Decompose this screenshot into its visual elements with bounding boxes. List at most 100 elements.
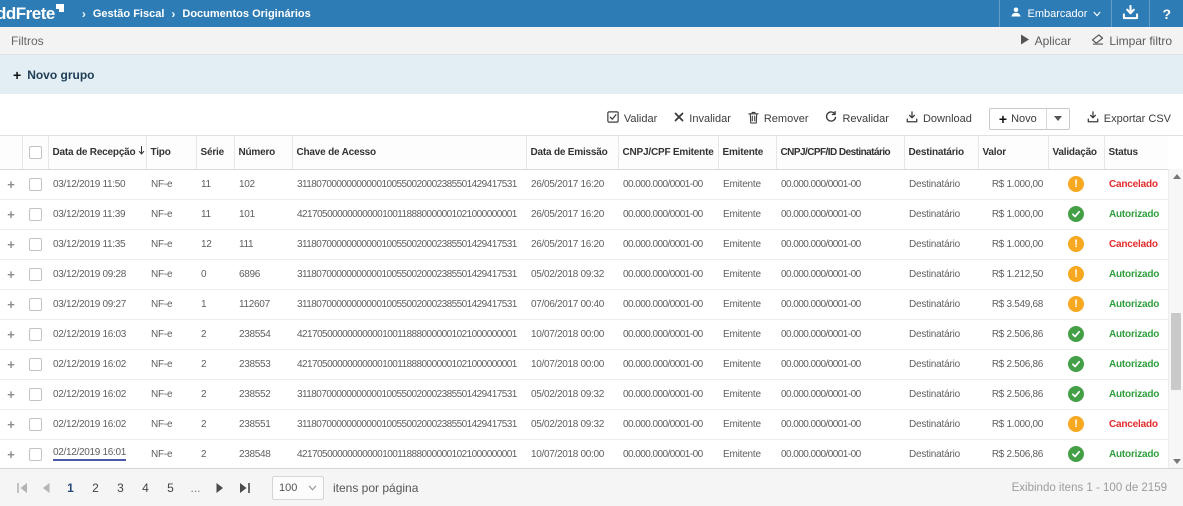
table-row[interactable]: +02/12/2019 16:02NF-e2238551311807000000… [0, 409, 1168, 439]
pager-page-2[interactable]: 2 [83, 477, 108, 499]
row-checkbox[interactable] [29, 358, 42, 371]
cell-data-recepcao: 03/12/2019 11:50 [48, 169, 146, 199]
table-row[interactable]: +02/12/2019 16:01NF-e2238548421705000000… [0, 439, 1168, 468]
warning-icon: ! [1068, 416, 1084, 432]
expand-row-icon[interactable]: + [7, 417, 14, 432]
row-checkbox[interactable] [29, 298, 42, 311]
app-logo[interactable]: ddFrete [0, 1, 64, 26]
column-header-numero[interactable]: Número [234, 136, 292, 169]
breadcrumb-gestao-fiscal[interactable]: Gestão Fiscal [93, 8, 165, 20]
cell-cnpj-emitente: 00.000.000/0001-00 [618, 439, 718, 468]
cell-status: Cancelado [1104, 409, 1168, 439]
help-button[interactable]: ? [1149, 0, 1183, 27]
cell-tipo: NF-e [146, 169, 196, 199]
cell-chave-de-acesso: 3118070000000000010055002000238550142941… [292, 169, 526, 199]
new-group-button[interactable]: + Novo grupo [13, 68, 95, 82]
cell-data-emissao: 10/07/2018 00:00 [526, 349, 618, 379]
column-header-chave[interactable]: Chave de Acesso [292, 136, 526, 169]
row-checkbox[interactable] [29, 238, 42, 251]
new-button[interactable]: + Novo [990, 109, 1046, 129]
table-row[interactable]: +03/12/2019 11:39NF-e1110142170500000000… [0, 199, 1168, 229]
cell-destinatario: Destinatário [904, 259, 978, 289]
cell-emitente: Emitente [718, 259, 776, 289]
expand-row-icon[interactable]: + [7, 237, 14, 252]
plus-icon: + [13, 68, 21, 82]
column-header-recepcao[interactable]: Data de Recepção [48, 136, 146, 169]
checkbox-cell [22, 349, 48, 379]
row-checkbox[interactable] [29, 328, 42, 341]
apply-filter-button[interactable]: Aplicar [1020, 34, 1072, 48]
cell-cnpj-emitente: 00.000.000/0001-00 [618, 259, 718, 289]
pager-page-4[interactable]: 4 [133, 477, 158, 499]
cell-status: Cancelado [1104, 229, 1168, 259]
column-header-status[interactable]: Status [1104, 136, 1168, 169]
pager-first-button[interactable] [10, 477, 34, 499]
clear-filter-button[interactable]: Limpar filtro [1091, 34, 1172, 48]
row-checkbox[interactable] [29, 268, 42, 281]
expand-row-icon[interactable]: + [7, 267, 14, 282]
row-checkbox[interactable] [29, 418, 42, 431]
expand-row-icon[interactable]: + [7, 207, 14, 222]
table-row[interactable]: +03/12/2019 09:28NF-e0689631180700000000… [0, 259, 1168, 289]
column-header-emitente[interactable]: Emitente [718, 136, 776, 169]
export-csv-button[interactable]: Exportar CSV [1087, 111, 1171, 126]
pager-page-5[interactable]: 5 [158, 477, 183, 499]
revalidate-button[interactable]: Revalidar [825, 111, 888, 126]
cell-validacao [1048, 319, 1104, 349]
table-row[interactable]: +02/12/2019 16:03NF-e2238554421705000000… [0, 319, 1168, 349]
table-row[interactable]: +02/12/2019 16:02NF-e2238552311807000000… [0, 379, 1168, 409]
user-menu[interactable]: Embarcador [999, 0, 1112, 27]
column-header-destinatario[interactable]: Destinatário [904, 136, 978, 169]
cell-emitente: Emitente [718, 289, 776, 319]
table-row[interactable]: +03/12/2019 11:35NF-e1211131180700000000… [0, 229, 1168, 259]
expand-row-icon[interactable]: + [7, 327, 14, 342]
expand-row-icon[interactable]: + [7, 177, 14, 192]
invalidate-button[interactable]: Invalidar [674, 112, 731, 125]
expand-row-icon[interactable]: + [7, 297, 14, 312]
pager-prev-button[interactable] [34, 477, 58, 499]
column-header-validacao[interactable]: Validação [1048, 136, 1104, 169]
pager-last-button[interactable] [232, 477, 256, 499]
validate-label: Validar [624, 113, 657, 125]
download-button[interactable]: Download [906, 111, 972, 126]
column-header-tipo[interactable]: Tipo [146, 136, 196, 169]
column-header-valor[interactable]: Valor [978, 136, 1048, 169]
scroll-up-icon[interactable] [1169, 169, 1183, 183]
new-split-button: + Novo [989, 108, 1070, 130]
expand-row-icon[interactable]: + [7, 447, 14, 462]
validate-button[interactable]: Validar [607, 111, 657, 126]
expand-row-icon[interactable]: + [7, 357, 14, 372]
cell-cnpj-destinatario: 00.000.000/0001-00 [776, 379, 904, 409]
breadcrumb-documentos-originarios[interactable]: Documentos Originários [182, 8, 310, 20]
cell-status: Autorizado [1104, 349, 1168, 379]
select-all-checkbox[interactable] [29, 146, 42, 159]
row-checkbox[interactable] [29, 178, 42, 191]
pager-next-button[interactable] [208, 477, 232, 499]
cell-destinatario: Destinatário [904, 379, 978, 409]
x-icon [674, 112, 684, 125]
remove-button[interactable]: Remover [748, 111, 809, 127]
cell-tipo: NF-e [146, 259, 196, 289]
column-header-cnpj-destinatario[interactable]: CNPJ/CPF/ID Destinatário [776, 136, 904, 169]
table-row[interactable]: +03/12/2019 09:27NF-e1112607311807000000… [0, 289, 1168, 319]
new-dropdown-caret[interactable] [1046, 109, 1069, 129]
column-header-emissao[interactable]: Data de Emissão [526, 136, 618, 169]
page-size-select[interactable]: 100 [272, 476, 324, 500]
topbar-download-button[interactable] [1111, 0, 1149, 27]
pager-page-1[interactable]: 1 [58, 477, 83, 499]
expand-row-icon[interactable]: + [7, 387, 14, 402]
table-row[interactable]: +03/12/2019 11:50NF-e1110231180700000000… [0, 169, 1168, 199]
column-header-serie[interactable]: Série [196, 136, 234, 169]
cell-numero: 238552 [234, 379, 292, 409]
vertical-scrollbar[interactable] [1168, 169, 1183, 468]
row-checkbox[interactable] [29, 448, 42, 461]
pager-page-3[interactable]: 3 [108, 477, 133, 499]
scroll-down-icon[interactable] [1169, 454, 1183, 468]
column-header-cnpj-emitente[interactable]: CNPJ/CPF Emitente [618, 136, 718, 169]
row-checkbox[interactable] [29, 388, 42, 401]
scrollbar-thumb[interactable] [1171, 313, 1181, 391]
checkbox-cell [22, 259, 48, 289]
cell-validacao [1048, 439, 1104, 468]
row-checkbox[interactable] [29, 208, 42, 221]
table-row[interactable]: +02/12/2019 16:02NF-e2238553421705000000… [0, 349, 1168, 379]
